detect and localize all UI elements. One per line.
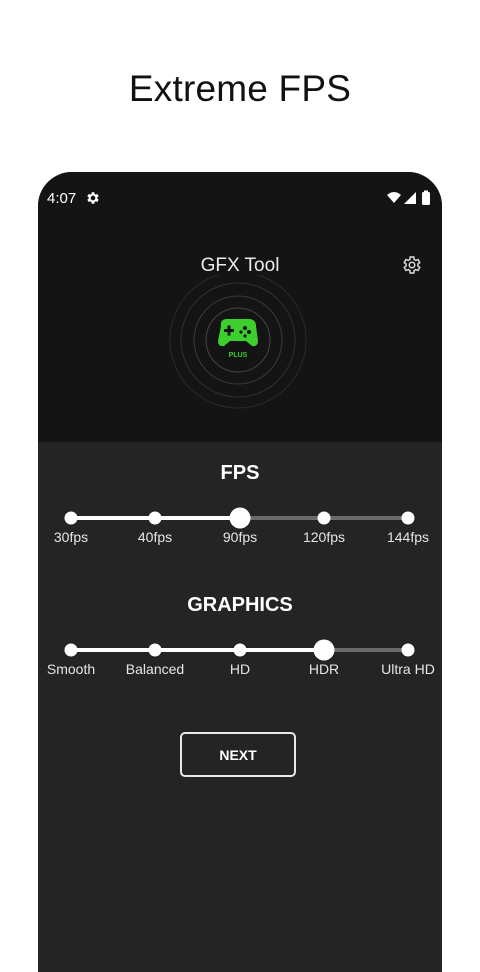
logo-badge: PLUS — [229, 352, 248, 359]
graphics-option-label: Smooth — [46, 661, 96, 677]
graphics-stop[interactable] — [148, 643, 162, 657]
fps-stop[interactable] — [317, 511, 331, 525]
fps-option-label: 120fps — [302, 529, 346, 545]
status-time: 4:07 — [47, 190, 77, 207]
app-logo: PLUS — [169, 275, 307, 409]
app-title: GFX Tool — [200, 255, 280, 276]
fps-stop[interactable] — [401, 511, 415, 525]
fps-title: FPS — [220, 462, 260, 484]
graphics-option-label: HDR — [308, 661, 340, 677]
graphics-stop[interactable] — [233, 643, 247, 657]
fps-option-label: 30fps — [53, 529, 89, 545]
fps-option-label: 90fps — [222, 529, 258, 545]
phone-screen: 4:07 GFX Tool PLUS FPS 30fps 40fps 90fps… — [38, 172, 442, 972]
graphics-stop[interactable] — [64, 643, 78, 657]
fps-stop[interactable] — [64, 511, 78, 525]
graphics-stop[interactable] — [401, 643, 415, 657]
status-bar: 4:07 — [38, 172, 442, 224]
promo-title: Extreme FPS — [128, 68, 352, 109]
graphics-option-label: HD — [229, 661, 251, 677]
fps-stop[interactable] — [148, 511, 162, 525]
graphics-track-fill — [71, 648, 324, 652]
graphics-stop[interactable] — [313, 639, 335, 661]
status-icons — [387, 190, 430, 205]
graphics-option-label: Ultra HD — [381, 661, 435, 677]
fps-option-label: 144fps — [386, 529, 430, 545]
gamepad-icon — [218, 319, 258, 347]
wifi-icon — [387, 192, 401, 203]
fps-stop[interactable] — [229, 507, 251, 529]
settings-gear-icon[interactable] — [401, 254, 423, 276]
graphics-option-label: Balanced — [125, 661, 185, 677]
battery-icon — [422, 192, 430, 205]
next-button[interactable]: NEXT — [180, 732, 296, 777]
fps-slider[interactable]: 30fps 40fps 90fps 120fps 144fps — [38, 507, 442, 576]
signal-icon — [404, 192, 416, 204]
graphics-slider[interactable]: Smooth Balanced HD HDR Ultra HD — [38, 639, 442, 708]
graphics-title: GRAPHICS — [187, 594, 293, 616]
next-button-label: NEXT — [219, 746, 257, 763]
fps-option-label: 40fps — [137, 529, 173, 545]
gear-icon — [87, 192, 99, 204]
app-header: 4:07 GFX Tool PLUS — [38, 172, 442, 442]
